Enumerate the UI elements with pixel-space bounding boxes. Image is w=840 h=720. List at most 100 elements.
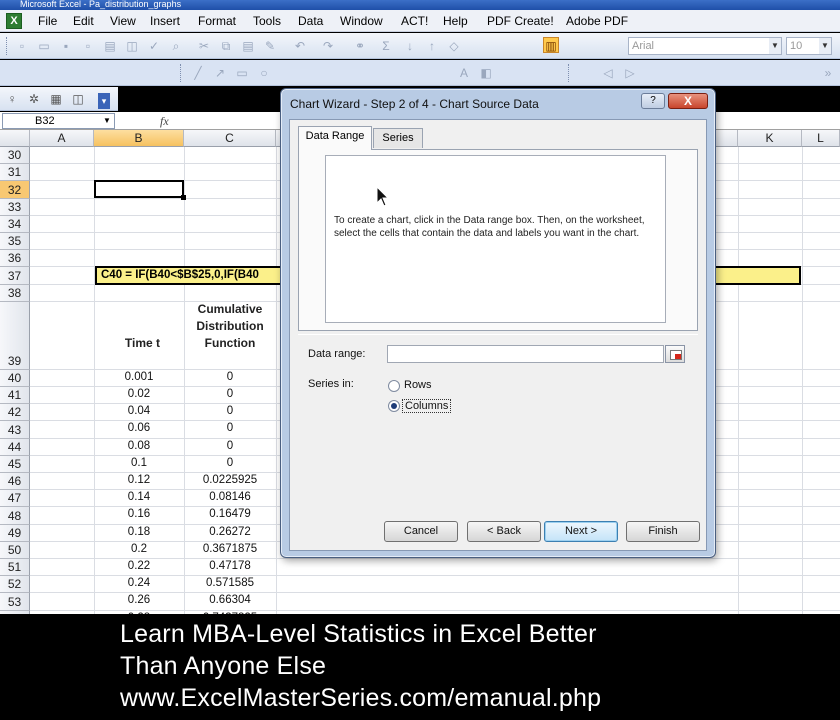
menu-format[interactable]: Format	[198, 14, 236, 28]
open-icon[interactable]: ▭	[36, 38, 52, 54]
series-rows-label[interactable]: Rows	[404, 379, 432, 391]
spelling-icon[interactable]: ✓	[146, 38, 162, 54]
column-header-c[interactable]: C	[184, 130, 276, 147]
grid-icon[interactable]: ▦	[48, 91, 64, 107]
active-cell-b32[interactable]	[94, 180, 186, 200]
collapse-dialog-icon[interactable]	[665, 345, 685, 363]
row-header[interactable]: 45	[0, 455, 30, 473]
row-header[interactable]: 47	[0, 490, 30, 508]
sort-ascending-icon[interactable]: ↓	[402, 38, 418, 54]
fill-color-icon[interactable]: ◧	[478, 65, 494, 81]
row-header[interactable]: 35	[0, 233, 30, 251]
insert-function-icon[interactable]: fx	[160, 114, 169, 129]
chart-wizard-icon[interactable]: ▥	[543, 37, 559, 53]
time-value-cell[interactable]: 0.26	[94, 594, 184, 606]
cdf-value-cell[interactable]: 0.47178	[184, 560, 276, 572]
drawing-icon[interactable]: ◇	[446, 38, 462, 54]
copy-icon[interactable]: ⧉	[218, 38, 234, 54]
arrow-right-icon[interactable]: ▷	[622, 65, 638, 81]
back-button[interactable]: < Back	[467, 521, 541, 542]
font-size-select[interactable]: 10 ▼	[786, 37, 832, 55]
row-header[interactable]: 40	[0, 369, 30, 387]
time-value-cell[interactable]: 0.16	[94, 508, 184, 520]
column-header-l[interactable]: L	[802, 130, 840, 147]
row-header[interactable]: 37	[0, 267, 30, 285]
paste-icon[interactable]: ▤	[240, 38, 256, 54]
cdf-value-cell[interactable]: 0	[184, 405, 276, 417]
menu-view[interactable]: View	[110, 14, 136, 28]
row-header[interactable]: 46	[0, 473, 30, 491]
menu-edit[interactable]: Edit	[73, 14, 94, 28]
help-button[interactable]: ?	[641, 93, 665, 109]
cdf-value-cell[interactable]: 0	[184, 457, 276, 469]
row-header[interactable]: 39	[0, 301, 30, 370]
row-header[interactable]: 32	[0, 181, 30, 199]
time-value-cell[interactable]: 0.02	[94, 388, 184, 400]
time-value-cell[interactable]: 0.001	[94, 371, 184, 383]
new-icon[interactable]: ▫	[14, 38, 30, 54]
row-header[interactable]: 41	[0, 387, 30, 405]
lightbulb-icon[interactable]: ♀	[4, 91, 20, 107]
cut-icon[interactable]: ✂	[196, 38, 212, 54]
row-header[interactable]: 33	[0, 198, 30, 216]
menu-data[interactable]: Data	[298, 14, 323, 28]
font-name-select[interactable]: Arial ▼	[628, 37, 782, 55]
cdf-value-cell[interactable]: 0	[184, 440, 276, 452]
hyperlink-icon[interactable]: ⚭	[352, 38, 368, 54]
sort-descending-icon[interactable]: ↑	[424, 38, 440, 54]
cdf-value-cell[interactable]: 0.26272	[184, 526, 276, 538]
close-button[interactable]: X	[668, 93, 708, 109]
row-header[interactable]: 31	[0, 164, 30, 182]
cdf-value-cell[interactable]: 0	[184, 371, 276, 383]
menu-window[interactable]: Window	[340, 14, 383, 28]
arrow-left-icon[interactable]: ◁	[600, 65, 616, 81]
menu-file[interactable]: File	[38, 14, 57, 28]
time-value-cell[interactable]: 0.2	[94, 543, 184, 555]
research-icon[interactable]: ⌕	[168, 38, 184, 54]
time-value-cell[interactable]: 0.12	[94, 474, 184, 486]
cdf-value-cell[interactable]: 0.66304	[184, 594, 276, 606]
row-header[interactable]: 49	[0, 524, 30, 542]
cdf-value-cell[interactable]: 0.571585	[184, 577, 276, 589]
format-painter-icon[interactable]: ✎	[262, 38, 278, 54]
tab-series[interactable]: Series	[373, 128, 423, 148]
menu-tools[interactable]: Tools	[253, 14, 281, 28]
cancel-button[interactable]: Cancel	[384, 521, 458, 542]
permission-icon[interactable]: ▫	[80, 38, 96, 54]
column-header-a[interactable]: A	[30, 130, 94, 147]
menu-act[interactable]: ACT!	[401, 14, 428, 28]
cdf-value-cell[interactable]: 0.0225925	[184, 474, 276, 486]
toolbar-grip[interactable]	[6, 37, 9, 55]
toolbar-grip[interactable]	[180, 64, 183, 82]
data-range-input[interactable]	[387, 345, 664, 363]
row-header[interactable]: 34	[0, 215, 30, 233]
overflow-icon[interactable]: »	[820, 65, 836, 81]
time-value-cell[interactable]: 0.24	[94, 577, 184, 589]
row-header[interactable]: 43	[0, 421, 30, 439]
series-rows-radio[interactable]	[388, 380, 400, 392]
row-header[interactable]: 51	[0, 559, 30, 577]
view-icon[interactable]: ◫	[70, 91, 86, 107]
row-header[interactable]: 52	[0, 576, 30, 594]
cdf-value-cell[interactable]: 0.3671875	[184, 543, 276, 555]
time-value-cell[interactable]: 0.1	[94, 457, 184, 469]
excel-app-icon[interactable]: X	[6, 13, 22, 29]
finish-button[interactable]: Finish	[626, 521, 700, 542]
autosum-icon[interactable]: Σ	[378, 38, 394, 54]
print-icon[interactable]: ▤	[102, 38, 118, 54]
textbox-icon[interactable]: A	[456, 65, 472, 81]
cdf-value-cell[interactable]: 0.16479	[184, 508, 276, 520]
oval-icon[interactable]: ○	[256, 65, 272, 81]
name-box[interactable]: B32 ▼	[2, 113, 115, 129]
series-columns-label[interactable]: Columns	[402, 399, 452, 413]
row-header[interactable]: 53	[0, 593, 30, 611]
line-icon[interactable]: ╱	[190, 65, 206, 81]
select-all-corner[interactable]	[0, 130, 30, 147]
print-preview-icon[interactable]: ◫	[124, 38, 140, 54]
column-header-k[interactable]: K	[738, 130, 802, 147]
row-header[interactable]: 30	[0, 147, 30, 165]
toolbar-options-icon[interactable]: ▾	[98, 93, 110, 109]
time-value-cell[interactable]: 0.14	[94, 491, 184, 503]
redo-icon[interactable]: ↷	[320, 38, 336, 54]
row-header[interactable]: 50	[0, 541, 30, 559]
